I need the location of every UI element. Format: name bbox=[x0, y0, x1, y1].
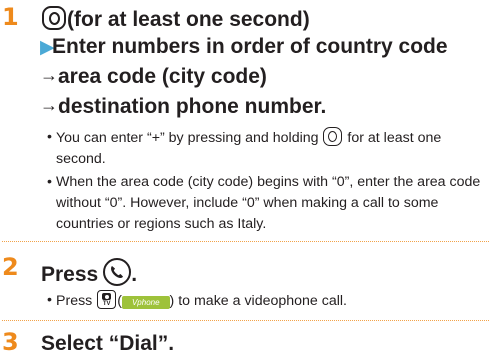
tv-label: TV bbox=[102, 301, 111, 307]
step-2-title-end: . bbox=[131, 263, 138, 286]
zero-key-icon bbox=[323, 127, 343, 146]
step-2-note-after: ) to make a videophone call. bbox=[169, 293, 347, 309]
arrow-right-icon: → bbox=[40, 95, 58, 115]
step-divider bbox=[2, 320, 489, 321]
step-1-instruction-line-1: ▶Enter numbers in order of country code bbox=[40, 36, 448, 57]
instruction-line-1-text: Enter numbers in order of country code bbox=[52, 35, 448, 58]
step-2-number: 2 bbox=[2, 253, 19, 281]
step-3-title: Select “Dial”. bbox=[41, 332, 175, 355]
bullet-dot: • bbox=[47, 174, 52, 190]
step-1-title: (for at least one second) bbox=[41, 6, 310, 30]
camera-tv-key-icon: TV bbox=[97, 290, 117, 309]
bullet-dot: • bbox=[47, 292, 52, 308]
vphone-softkey-label: Vphone bbox=[121, 296, 170, 309]
triangle-icon: ▶ bbox=[40, 37, 55, 58]
step-3-number: 3 bbox=[2, 328, 19, 356]
step-2-note: • Press TV(Vphone) to make a videophone … bbox=[47, 290, 487, 312]
step-2-title: Press. bbox=[41, 258, 137, 286]
zero-key-icon bbox=[42, 6, 66, 30]
step-1-title-suffix: (for at least one second) bbox=[67, 8, 310, 31]
step-1-note-2: • When the area code (city code) begins … bbox=[47, 172, 487, 235]
bullet-dot: • bbox=[47, 129, 52, 145]
step-divider bbox=[2, 241, 489, 242]
instruction-line-3-text: destination phone number. bbox=[58, 95, 327, 118]
step-1-instruction-line-3: →destination phone number. bbox=[40, 96, 326, 117]
instruction-line-2-text: area code (city code) bbox=[58, 65, 267, 88]
call-key-icon bbox=[103, 258, 132, 286]
note-2-text: When the area code (city code) begins wi… bbox=[56, 174, 481, 232]
arrow-right-icon: → bbox=[40, 65, 58, 85]
step-1-note-1: • You can enter “+” by pressing and hold… bbox=[47, 127, 487, 170]
step-1-number: 1 bbox=[2, 3, 19, 31]
step-2-title-text: Press bbox=[41, 263, 99, 286]
step-2-note-before: Press bbox=[56, 293, 97, 309]
note-1-text-before: You can enter “+” by pressing and holdin… bbox=[56, 130, 323, 146]
step-1-instruction-line-2: →area code (city code) bbox=[40, 66, 267, 87]
